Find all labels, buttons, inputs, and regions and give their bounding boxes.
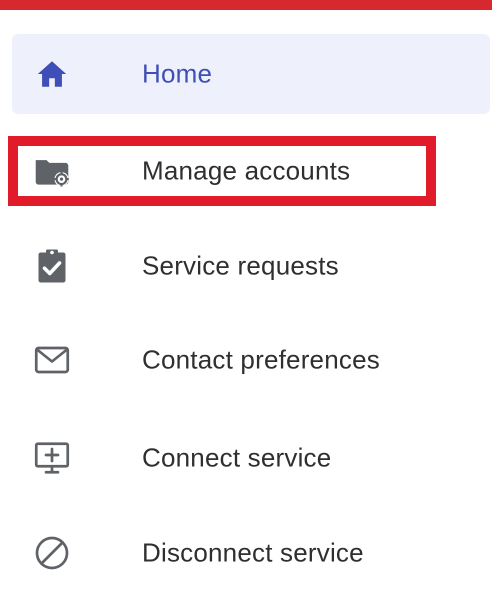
monitor-plus-icon <box>32 438 72 478</box>
highlight-box <box>8 136 436 206</box>
clipboard-check-icon <box>32 246 72 286</box>
sidebar-item-home[interactable]: Home <box>12 34 490 114</box>
sidebar-nav: Home Manage accounts Service requests Co… <box>0 0 492 576</box>
sidebar-item-label: Contact preferences <box>142 344 380 375</box>
sidebar-item-label: Service requests <box>142 250 339 281</box>
sidebar-item-service-requests[interactable]: Service requests <box>12 226 490 306</box>
sidebar-item-connect-service[interactable]: Connect service <box>12 418 490 498</box>
sidebar-item-label: Disconnect service <box>142 537 364 568</box>
mail-icon <box>32 340 72 380</box>
sidebar-item-contact-preferences[interactable]: Contact preferences <box>12 320 490 400</box>
block-icon <box>32 533 72 573</box>
home-icon <box>32 54 72 94</box>
sidebar-item-label: Connect service <box>142 442 332 473</box>
sidebar-item-label: Home <box>142 58 213 89</box>
sidebar-item-disconnect-service[interactable]: Disconnect service <box>12 513 490 593</box>
